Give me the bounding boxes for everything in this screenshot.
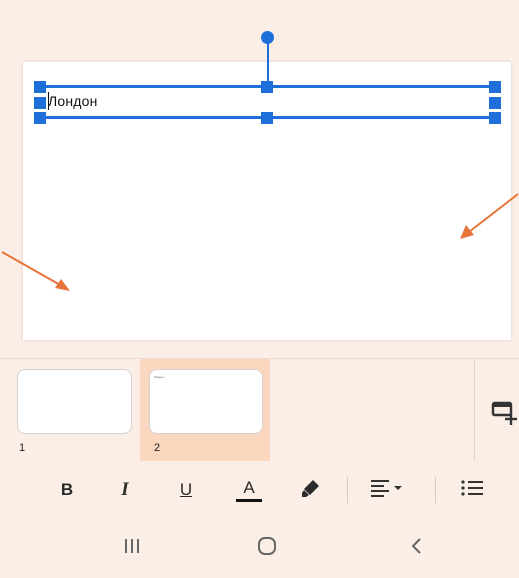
formatting-toolbar: B I U A: [0, 461, 519, 519]
underline-button[interactable]: U: [169, 461, 203, 519]
annotation-arrow-left: [1, 251, 70, 291]
bold-label: B: [60, 480, 74, 499]
rotation-handle[interactable]: [261, 31, 274, 44]
thumbnail-preview-text: Лондон: [154, 375, 165, 379]
slide-thumbnail-item-active[interactable]: Лондон 2: [140, 359, 270, 461]
slide-thumbnail-strip: 1 Лондон 2: [0, 358, 519, 462]
slide-text-box[interactable]: Лондон: [48, 93, 98, 109]
highlighter-button[interactable]: [294, 461, 328, 519]
home-button[interactable]: [245, 519, 289, 578]
back-button[interactable]: [395, 519, 439, 578]
resize-handle-bottom-right[interactable]: [489, 112, 501, 124]
font-color-swatch: [236, 498, 262, 502]
bulleted-list-button[interactable]: [452, 461, 492, 519]
home-icon: [257, 536, 277, 561]
slide-number: 1: [19, 442, 26, 454]
recents-button[interactable]: [110, 519, 154, 578]
back-icon: [410, 537, 424, 560]
underline-label: U: [179, 480, 193, 499]
divider: [474, 359, 475, 461]
slide-number: 2: [154, 442, 161, 454]
slide-thumbnail-preview[interactable]: [17, 369, 132, 434]
slide-canvas-area[interactable]: Лондон: [0, 0, 519, 358]
italic-button[interactable]: I: [108, 461, 142, 519]
toolbar-divider: [435, 477, 436, 503]
bold-button[interactable]: B: [50, 461, 84, 519]
resize-handle-bottom-left[interactable]: [34, 112, 46, 124]
resize-handle-bottom[interactable]: [261, 112, 273, 124]
align-left-dropdown-icon: [369, 478, 405, 503]
resize-handle-top-right[interactable]: [489, 81, 501, 93]
resize-handle-top-left[interactable]: [34, 81, 46, 93]
system-navigation-bar: [0, 519, 519, 578]
font-color-button[interactable]: A: [231, 461, 267, 519]
resize-handle-right[interactable]: [489, 97, 501, 109]
align-dropdown-button[interactable]: [365, 461, 409, 519]
toolbar-divider: [347, 477, 348, 503]
rotation-handle-stem: [267, 38, 269, 84]
slide-thumbnail-item[interactable]: 1: [0, 359, 136, 461]
annotation-arrow-right: [460, 193, 519, 239]
bulleted-list-icon: [460, 478, 484, 503]
text-cursor: [48, 92, 49, 110]
resize-handle-top[interactable]: [261, 81, 273, 93]
italic-label: I: [121, 479, 129, 500]
add-slide-icon[interactable]: [491, 399, 519, 432]
resize-handle-left[interactable]: [34, 97, 46, 109]
highlighter-icon: [300, 477, 322, 504]
recents-icon: [123, 538, 141, 559]
font-color-label: A: [243, 477, 255, 497]
slide-thumbnail-preview[interactable]: Лондон: [149, 369, 263, 434]
